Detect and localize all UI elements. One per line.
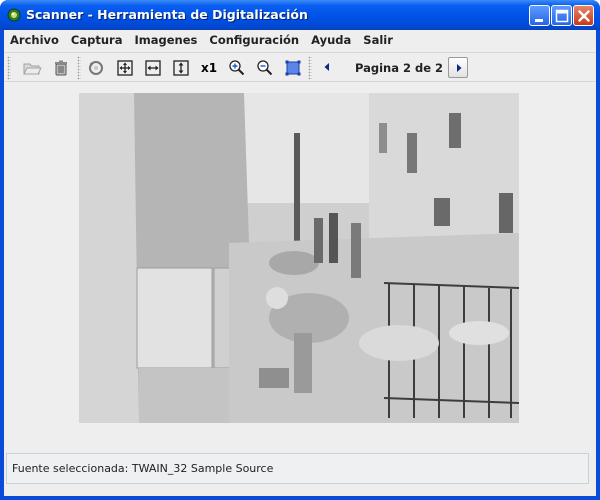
zoom-out-icon: [257, 60, 273, 76]
toolbar-grip[interactable]: [308, 56, 312, 80]
arrow-left-icon: [324, 63, 329, 71]
minimize-button[interactable]: [529, 5, 550, 26]
open-folder-button[interactable]: [20, 56, 44, 80]
select-area-icon: [285, 60, 301, 76]
fit-page-button[interactable]: [113, 56, 137, 80]
street-work-photo: [79, 93, 519, 423]
zoom-in-button[interactable]: [225, 56, 249, 80]
status-bar: Fuente seleccionada: TWAIN_32 Sample Sou…: [6, 453, 589, 484]
folder-icon: [23, 63, 42, 75]
client-area: Archivo Captura Imagenes Configuración A…: [4, 30, 596, 496]
menu-imagenes[interactable]: Imagenes: [128, 30, 203, 51]
zoom-actual-size-button[interactable]: x1: [197, 56, 221, 80]
fit-width-button[interactable]: [141, 56, 165, 80]
maximize-icon: [555, 9, 569, 23]
maximize-button[interactable]: [551, 5, 572, 26]
fit-width-icon: [145, 60, 161, 76]
zoom-in-icon: [229, 60, 245, 76]
menu-captura[interactable]: Captura: [65, 30, 129, 51]
menu-configuracion[interactable]: Configuración: [203, 30, 305, 51]
select-area-button[interactable]: [281, 56, 305, 80]
next-page-button[interactable]: [448, 57, 468, 78]
scanned-page-image: [79, 93, 519, 423]
fit-height-icon: [173, 60, 189, 76]
scanner-app-icon: [7, 8, 21, 22]
previous-page-button[interactable]: [317, 57, 337, 78]
toolbar-grip[interactable]: [7, 56, 11, 80]
menu-archivo[interactable]: Archivo: [4, 30, 65, 51]
window-title: Scanner - Herramienta de Digitalización: [26, 7, 308, 22]
close-button[interactable]: [573, 5, 594, 26]
menu-bar: Archivo Captura Imagenes Configuración A…: [4, 30, 596, 51]
app-window: Scanner - Herramienta de Digitalización …: [0, 0, 600, 500]
title-bar[interactable]: Scanner - Herramienta de Digitalización: [0, 0, 600, 30]
zoom-actual-size-label: x1: [201, 61, 218, 75]
rotate-button[interactable]: [84, 56, 108, 80]
zoom-out-button[interactable]: [253, 56, 277, 80]
toolbar: x1 Pagina 2 de 2: [4, 52, 596, 82]
minimize-icon: [535, 19, 543, 22]
page-indicator: Pagina 2 de 2: [355, 61, 444, 75]
fit-height-button[interactable]: [169, 56, 193, 80]
status-text: Fuente seleccionada: TWAIN_32 Sample Sou…: [12, 462, 274, 475]
arrow-right-icon: [457, 64, 462, 72]
menu-ayuda[interactable]: Ayuda: [305, 30, 357, 51]
image-viewer[interactable]: [4, 83, 596, 451]
trash-icon: [55, 60, 67, 76]
menu-salir[interactable]: Salir: [357, 30, 399, 51]
fit-page-icon: [117, 60, 133, 76]
delete-button[interactable]: [49, 56, 73, 80]
rotate-icon: [89, 61, 103, 75]
close-icon: [578, 10, 590, 22]
toolbar-grip[interactable]: [77, 56, 81, 80]
